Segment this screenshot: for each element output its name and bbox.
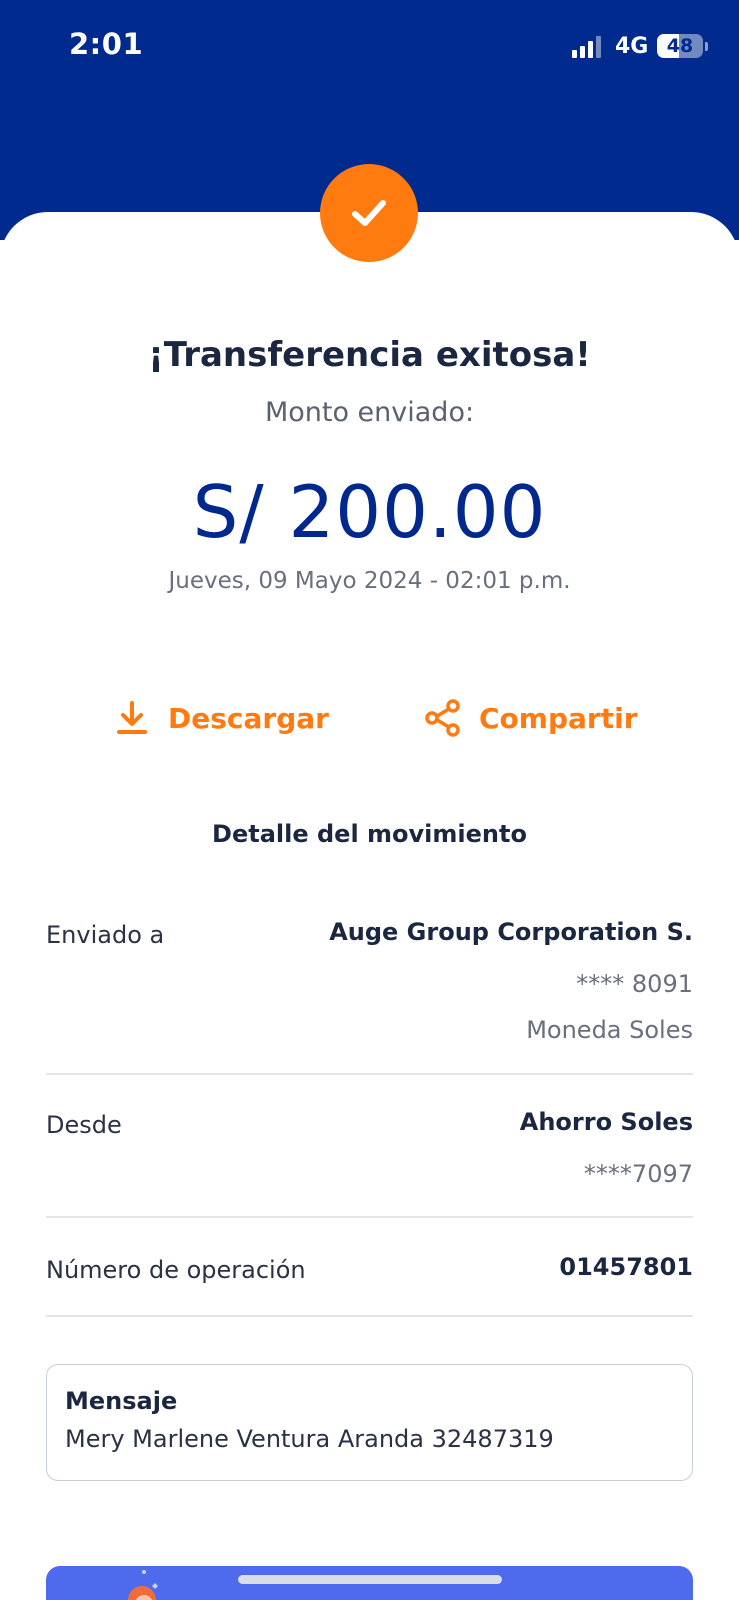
promo-illustration — [128, 1570, 158, 1600]
message-card: Mensaje Mery Marlene Ventura Aranda 3248… — [46, 1364, 693, 1481]
operation-label: Número de operación — [46, 1256, 306, 1284]
message-title: Mensaje — [65, 1387, 178, 1415]
operation-number: 01457801 — [559, 1253, 693, 1281]
divider — [46, 1315, 693, 1317]
download-button[interactable]: Descargar — [112, 694, 329, 742]
home-indicator[interactable] — [238, 1575, 502, 1584]
details-section-title: Detalle del movimiento — [212, 820, 527, 848]
share-icon — [423, 698, 463, 738]
status-bar: 2:01 4G 48 — [0, 0, 739, 94]
battery-icon: 48 — [657, 34, 703, 58]
battery-level: 48 — [666, 35, 694, 57]
checkmark-icon — [352, 200, 386, 226]
recipient-currency: Moneda Soles — [526, 1016, 693, 1044]
sent-to-label: Enviado a — [46, 921, 165, 949]
operation-values: 01457801 — [559, 1253, 693, 1299]
page-title: ¡Transferencia exitosa! — [148, 335, 591, 375]
signal-icon — [572, 36, 601, 58]
divider — [46, 1216, 693, 1218]
transaction-datetime: Jueves, 09 Mayo 2024 - 02:01 p.m. — [168, 568, 571, 594]
success-badge — [320, 164, 418, 262]
download-label: Descargar — [168, 701, 329, 735]
sent-to-values: Auge Group Corporation S. **** 8091 Mone… — [329, 918, 693, 1056]
source-account-name: Ahorro Soles — [519, 1108, 693, 1136]
amount-label: Monto enviado: — [264, 397, 475, 428]
network-type: 4G — [615, 34, 649, 59]
source-account-number: ****7097 — [583, 1160, 693, 1188]
share-button[interactable]: Compartir — [423, 694, 638, 742]
status-time: 2:01 — [69, 27, 144, 61]
amount-value: S/ 200.00 — [192, 470, 547, 554]
battery-tip — [705, 42, 708, 51]
divider — [46, 1073, 693, 1075]
share-label: Compartir — [479, 701, 638, 735]
recipient-name: Auge Group Corporation S. — [329, 918, 693, 946]
transfer-success-screen: 2:01 4G 48 ¡Transferencia exitosa! Monto… — [0, 0, 739, 1600]
download-icon — [112, 698, 152, 738]
recipient-account: **** 8091 — [576, 970, 693, 998]
from-values: Ahorro Soles ****7097 — [520, 1108, 693, 1200]
message-text: Mery Marlene Ventura Aranda 32487319 — [65, 1425, 554, 1453]
from-label: Desde — [46, 1111, 122, 1139]
